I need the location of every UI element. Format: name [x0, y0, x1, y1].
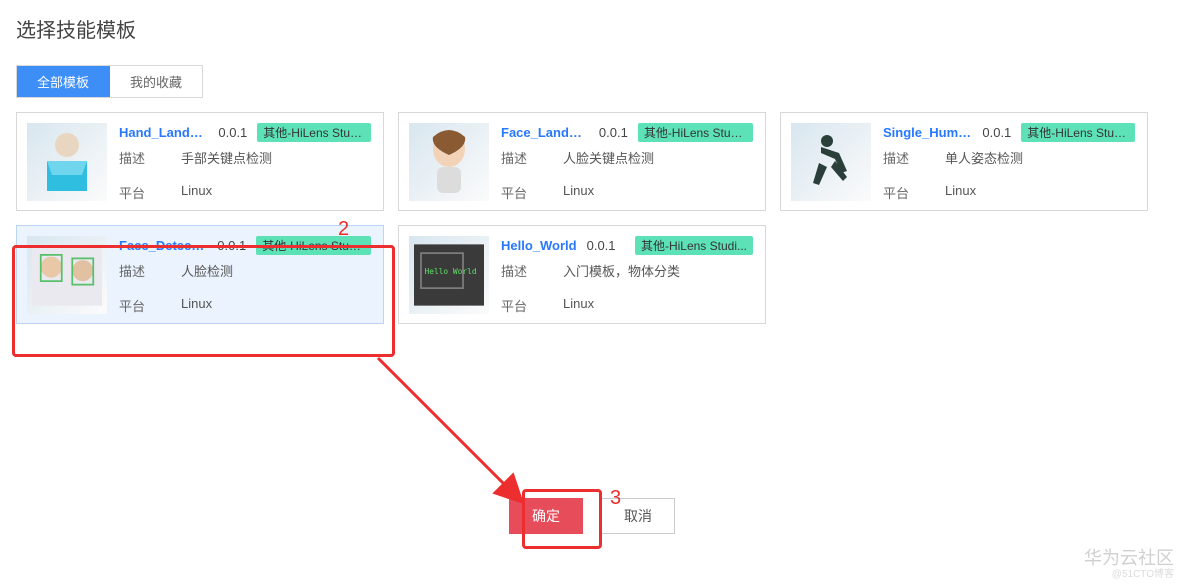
- template-tag: 其他-HiLens Studi...: [638, 123, 753, 142]
- card-info: Hand_Landm... 0.0.1 其他-HiLens Studi... 描…: [119, 123, 371, 202]
- card-info: Single_Huma... 0.0.1 其他-HiLens Studi... …: [883, 123, 1135, 202]
- platform-label: 平台: [119, 296, 153, 315]
- card-info: Face_Landm... 0.0.1 其他-HiLens Studi... 描…: [501, 123, 753, 202]
- template-version: 0.0.1: [599, 125, 628, 140]
- template-name[interactable]: Hand_Landm...: [119, 125, 208, 140]
- svg-text:Hello World: Hello World: [425, 267, 477, 276]
- platform-value: Linux: [181, 183, 212, 202]
- thumbnail: [409, 123, 489, 201]
- page-title: 选择技能模板: [16, 14, 1168, 43]
- thumbnail: [27, 123, 107, 201]
- platform-label: 平台: [501, 296, 535, 315]
- platform-label: 平台: [501, 183, 535, 202]
- ok-button[interactable]: 确定: [509, 498, 583, 534]
- template-name[interactable]: Single_Huma...: [883, 125, 972, 140]
- watermark-main: 华为云社区: [1084, 548, 1174, 568]
- template-card[interactable]: Hand_Landm... 0.0.1 其他-HiLens Studi... 描…: [16, 112, 384, 211]
- template-version: 0.0.1: [217, 238, 246, 253]
- template-card[interactable]: Single_Huma... 0.0.1 其他-HiLens Studi... …: [780, 112, 1148, 211]
- desc-value: 人脸关键点检测: [563, 148, 654, 167]
- template-card[interactable]: Hello World Hello_World 0.0.1 其他-HiLens …: [398, 225, 766, 324]
- template-card[interactable]: Face_Landm... 0.0.1 其他-HiLens Studi... 描…: [398, 112, 766, 211]
- platform-value: Linux: [563, 296, 594, 315]
- template-version: 0.0.1: [982, 125, 1011, 140]
- annotation-arrow-icon: [372, 352, 552, 522]
- desc-label: 描述: [119, 261, 153, 280]
- template-tag: 其他-HiLens Studi...: [1021, 123, 1135, 142]
- watermark-sub: @51CTO博客: [1084, 569, 1174, 580]
- watermark: 华为云社区 @51CTO博客: [1084, 549, 1174, 580]
- desc-label: 描述: [501, 261, 535, 280]
- template-tag: 其他-HiLens Studi...: [256, 236, 371, 255]
- template-name[interactable]: Hello_World: [501, 238, 577, 253]
- thumbnail: Hello World: [409, 236, 489, 314]
- platform-value: Linux: [563, 183, 594, 202]
- tabs: 全部模板 我的收藏: [16, 65, 203, 98]
- tab-favorites[interactable]: 我的收藏: [110, 66, 202, 97]
- card-info: Face_Detecti... 0.0.1 其他-HiLens Studi...…: [119, 236, 371, 315]
- desc-label: 描述: [501, 148, 535, 167]
- template-version: 0.0.1: [587, 238, 616, 253]
- template-version: 0.0.1: [218, 125, 247, 140]
- platform-value: Linux: [945, 183, 976, 202]
- desc-value: 入门模板，物体分类: [563, 261, 680, 280]
- desc-label: 描述: [883, 148, 917, 167]
- thumbnail: [27, 236, 107, 314]
- cancel-button[interactable]: 取消: [601, 498, 675, 534]
- template-tag: 其他-HiLens Studi...: [257, 123, 371, 142]
- template-name[interactable]: Face_Landm...: [501, 125, 589, 140]
- desc-value: 手部关键点检测: [181, 148, 272, 167]
- thumbnail: [791, 123, 871, 201]
- template-name[interactable]: Face_Detecti...: [119, 238, 207, 253]
- template-tag: 其他-HiLens Studi...: [635, 236, 753, 255]
- desc-label: 描述: [119, 148, 153, 167]
- card-grid: Hand_Landm... 0.0.1 其他-HiLens Studi... 描…: [16, 112, 1168, 324]
- footer-buttons: 确定 取消: [0, 498, 1184, 534]
- platform-label: 平台: [119, 183, 153, 202]
- card-info: Hello_World 0.0.1 其他-HiLens Studi... 描述 …: [501, 236, 753, 315]
- tab-all[interactable]: 全部模板: [17, 66, 110, 97]
- platform-value: Linux: [181, 296, 212, 315]
- platform-label: 平台: [883, 183, 917, 202]
- desc-value: 人脸检测: [181, 261, 233, 280]
- desc-value: 单人姿态检测: [945, 148, 1023, 167]
- template-card-selected[interactable]: Face_Detecti... 0.0.1 其他-HiLens Studi...…: [16, 225, 384, 324]
